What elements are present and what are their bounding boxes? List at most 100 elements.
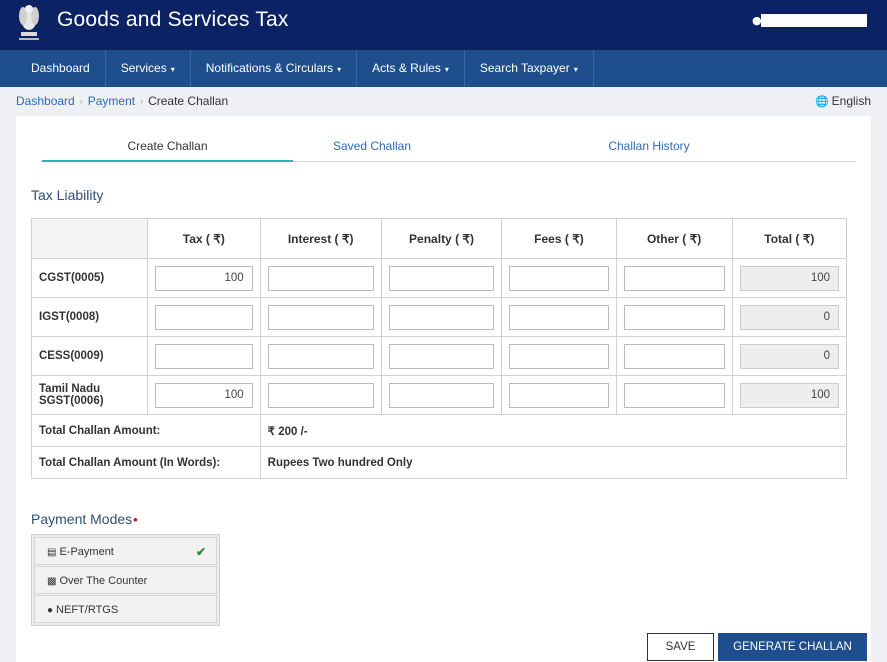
payment-modes-title: Payment Modes• xyxy=(31,511,138,527)
breadcrumb-dashboard[interactable]: Dashboard xyxy=(16,94,75,108)
nav-search-taxpayer[interactable]: Search Taxpayer ▾ xyxy=(465,50,594,87)
nav-acts-rules[interactable]: Acts & Rules ▾ xyxy=(357,50,465,87)
cell xyxy=(147,375,261,415)
sgst-fees-input[interactable] xyxy=(509,382,609,408)
user-name-redacted[interactable] xyxy=(761,14,867,27)
site-header: Goods and Services Tax ● ▾ xyxy=(0,0,887,50)
generate-challan-button[interactable]: GENERATE CHALLAN xyxy=(718,633,867,661)
cell xyxy=(731,297,848,337)
cess-total-field xyxy=(739,343,839,369)
credit-card-icon: ▤ xyxy=(47,547,57,558)
igst-penalty-input[interactable] xyxy=(388,304,495,330)
payment-mode-label: E-Payment xyxy=(59,546,114,558)
igst-other-input[interactable] xyxy=(623,304,725,330)
igst-tax-input[interactable] xyxy=(155,304,253,330)
cell xyxy=(380,336,503,376)
payment-mode-label: Over The Counter xyxy=(59,575,148,587)
cgst-total-field xyxy=(739,265,839,291)
cgst-interest-input[interactable] xyxy=(267,265,374,291)
cell xyxy=(731,258,848,298)
nav-dashboard[interactable]: Dashboard xyxy=(0,50,106,87)
table-row: Tamil Nadu SGST(0006) xyxy=(31,375,848,415)
sgst-total-field xyxy=(739,382,839,408)
payment-mode-e-payment[interactable]: ▤ E-Payment ✔ xyxy=(34,537,217,565)
breadcrumb: Dashboard › Payment › Create Challan xyxy=(16,94,228,108)
nav-services[interactable]: Services ▾ xyxy=(106,50,191,87)
cgst-tax-input[interactable] xyxy=(155,265,253,291)
igst-fees-input[interactable] xyxy=(509,304,609,330)
cell xyxy=(259,336,382,376)
column-header-tax: Tax ( ₹) xyxy=(147,218,261,259)
cess-fees-input[interactable] xyxy=(509,343,609,369)
column-header-fees: Fees ( ₹) xyxy=(501,218,617,259)
cell xyxy=(731,336,848,376)
breadcrumb-payment[interactable]: Payment xyxy=(88,94,135,108)
globe-icon: ● xyxy=(47,605,54,616)
igst-total-field xyxy=(739,304,839,330)
save-button[interactable]: SAVE xyxy=(647,633,714,661)
total-amount-label: Total Challan Amount: xyxy=(31,414,261,447)
breadcrumb-separator: › xyxy=(79,96,83,106)
cgst-penalty-input[interactable] xyxy=(388,265,495,291)
cell xyxy=(615,297,733,337)
cess-tax-input[interactable] xyxy=(155,343,253,369)
cell xyxy=(380,375,503,415)
cess-interest-input[interactable] xyxy=(267,343,374,369)
chevron-down-icon: ▾ xyxy=(170,65,175,74)
globe-icon: 🌐 xyxy=(814,96,829,108)
cell xyxy=(380,258,503,298)
nav-notifications-circulars[interactable]: Notifications & Circulars ▾ xyxy=(191,50,358,87)
cell xyxy=(615,258,733,298)
total-amount-cell: ₹ 200 /- xyxy=(259,414,848,447)
row-label-cess: CESS(0009) xyxy=(31,336,148,376)
cess-other-input[interactable] xyxy=(623,343,725,369)
nav-label: Notifications & Circulars xyxy=(205,61,334,75)
total-words-value: Rupees Two hundred Only xyxy=(259,446,848,479)
column-header-penalty: Penalty ( ₹) xyxy=(380,218,503,259)
table-header-blank xyxy=(31,218,148,259)
cgst-other-input[interactable] xyxy=(623,265,725,291)
payment-mode-label: NEFT/RTGS xyxy=(56,604,119,616)
igst-interest-input[interactable] xyxy=(267,304,374,330)
cell xyxy=(147,297,261,337)
chevron-down-icon: ▾ xyxy=(573,65,578,74)
cell xyxy=(147,336,261,376)
cell xyxy=(615,375,733,415)
table-row: CESS(0009) xyxy=(31,336,848,376)
required-marker: • xyxy=(133,512,138,527)
cell xyxy=(501,258,617,298)
row-label-sgst: Tamil Nadu SGST(0006) xyxy=(31,375,148,415)
cell xyxy=(259,297,382,337)
nav-label: Search Taxpayer xyxy=(479,61,570,75)
total-amount-value: 200 /- xyxy=(278,425,308,438)
sgst-interest-input[interactable] xyxy=(267,382,374,408)
breadcrumb-separator: › xyxy=(140,96,144,106)
nav-label: Acts & Rules xyxy=(372,61,441,75)
payment-mode-over-the-counter[interactable]: ▩ Over The Counter xyxy=(34,566,217,594)
sgst-tax-input[interactable] xyxy=(155,382,253,408)
tab-saved-challan[interactable]: Saved Challan xyxy=(293,131,451,162)
total-words-label: Total Challan Amount (In Words): xyxy=(31,446,261,479)
sgst-other-input[interactable] xyxy=(623,382,725,408)
chevron-down-icon: ▾ xyxy=(337,65,342,74)
rupee-icon: ₹ xyxy=(267,425,275,438)
nav-label: Services xyxy=(120,61,167,75)
tax-liability-title: Tax Liability xyxy=(31,187,104,203)
cell xyxy=(259,258,382,298)
cell xyxy=(731,375,848,415)
sgst-penalty-input[interactable] xyxy=(388,382,495,408)
payment-modes-list: ▤ E-Payment ✔ ▩ Over The Counter ● NEFT/RTG… xyxy=(31,534,220,626)
language-selector[interactable]: 🌐 English xyxy=(815,94,871,108)
cell xyxy=(501,375,617,415)
cell xyxy=(501,297,617,337)
breadcrumb-current: Create Challan xyxy=(148,94,229,108)
tab-create-challan[interactable]: Create Challan xyxy=(42,131,293,162)
tab-challan-history[interactable]: Challan History xyxy=(578,131,720,162)
national-emblem-icon[interactable] xyxy=(14,2,44,44)
cess-penalty-input[interactable] xyxy=(388,343,495,369)
payment-mode-neft-rtgs[interactable]: ● NEFT/RTGS xyxy=(34,595,217,623)
main-nav: Dashboard Services ▾ Notifications & Circ… xyxy=(0,50,887,87)
cgst-fees-input[interactable] xyxy=(509,265,609,291)
user-menu-chevron-down-icon[interactable]: ▾ xyxy=(862,13,867,23)
row-label-igst: IGST(0008) xyxy=(31,297,148,337)
